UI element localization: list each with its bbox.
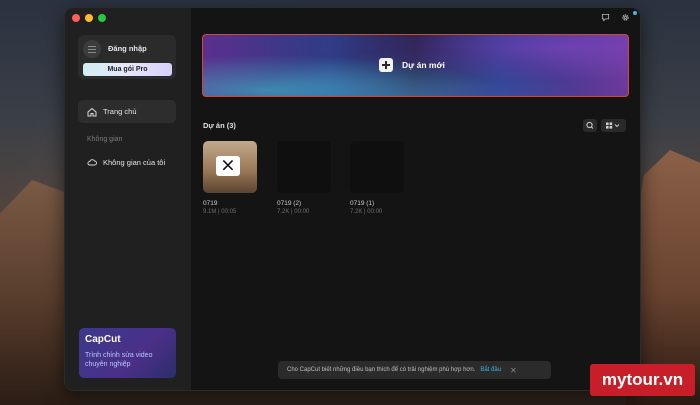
project-card[interactable]: 0719 (2) 7.2K | 00:00 bbox=[277, 141, 331, 215]
toast-start-link[interactable]: Bắt đầu bbox=[480, 367, 501, 373]
new-project-button[interactable]: Dự án mới bbox=[379, 58, 445, 72]
project-thumbnail[interactable] bbox=[277, 141, 331, 193]
login-button[interactable]: Đăng nhập bbox=[108, 44, 147, 53]
plus-icon bbox=[379, 58, 393, 72]
capcut-window: Đăng nhập Mua gói Pro Trang chủ Không gi… bbox=[65, 8, 640, 390]
new-project-banner[interactable]: Dự án mới bbox=[202, 34, 629, 97]
capcut-logo-icon: ⨉ bbox=[216, 156, 240, 176]
promo-banner[interactable]: CapCut Trình chỉnh sửa video chuyên nghi… bbox=[79, 328, 176, 378]
grid-view-icon bbox=[606, 122, 620, 129]
avatar-icon bbox=[88, 48, 96, 50]
promo-title: CapCut bbox=[85, 334, 121, 345]
close-icon[interactable]: ✕ bbox=[510, 366, 517, 375]
home-icon bbox=[87, 107, 97, 116]
main-panel: Dự án mới Dự án (3) ⨉ 0719 9.1M | 00:05 … bbox=[191, 8, 640, 390]
project-thumbnail[interactable]: ⨉ bbox=[203, 141, 257, 193]
feedback-icon[interactable] bbox=[601, 13, 610, 22]
project-name: 0719 (1) bbox=[350, 200, 375, 207]
project-card[interactable]: 0719 (1) 7.2K | 00:00 bbox=[350, 141, 404, 215]
close-window-button[interactable] bbox=[72, 14, 80, 22]
projects-heading: Dự án (3) bbox=[203, 121, 236, 130]
promo-subtitle: Trình chỉnh sửa video chuyên nghiệp bbox=[85, 352, 153, 368]
search-icon bbox=[586, 121, 594, 129]
buy-pro-button[interactable]: Mua gói Pro bbox=[83, 63, 172, 76]
search-button[interactable] bbox=[583, 119, 597, 132]
sidebar: Đăng nhập Mua gói Pro Trang chủ Không gi… bbox=[65, 8, 191, 390]
feedback-toast: Cho CapCut biết những điều bạn thích để … bbox=[278, 361, 551, 379]
project-meta: 9.1M | 00:05 bbox=[203, 209, 237, 215]
section-label-space: Không gian bbox=[87, 136, 123, 143]
cloud-icon bbox=[87, 159, 97, 166]
project-name: 0719 (2) bbox=[277, 200, 302, 207]
toast-text: Cho CapCut biết những điều bạn thích để … bbox=[287, 367, 476, 373]
gear-icon[interactable] bbox=[621, 13, 630, 22]
project-card[interactable]: ⨉ 0719 9.1M | 00:05 bbox=[203, 141, 257, 215]
sidebar-item-label: Trang chủ bbox=[103, 107, 137, 116]
project-meta: 7.2K | 00:00 bbox=[277, 209, 310, 215]
account-card: Đăng nhập Mua gói Pro bbox=[78, 35, 176, 79]
project-meta: 7.2K | 00:00 bbox=[350, 209, 383, 215]
window-controls bbox=[72, 14, 106, 22]
notification-dot bbox=[633, 11, 637, 15]
avatar[interactable] bbox=[83, 40, 101, 58]
maximize-window-button[interactable] bbox=[98, 14, 106, 22]
view-mode-button[interactable] bbox=[601, 119, 626, 132]
project-name: 0719 bbox=[203, 200, 218, 207]
sidebar-item-home[interactable]: Trang chủ bbox=[78, 100, 176, 123]
sidebar-item-label: Không gian của tôi bbox=[103, 157, 166, 167]
sidebar-item-my-space[interactable]: Không gian của tôi bbox=[78, 152, 176, 172]
watermark-logo: mytour.vn bbox=[590, 364, 695, 396]
minimize-window-button[interactable] bbox=[85, 14, 93, 22]
project-thumbnail[interactable] bbox=[350, 141, 404, 193]
new-project-label: Dự án mới bbox=[402, 60, 445, 70]
